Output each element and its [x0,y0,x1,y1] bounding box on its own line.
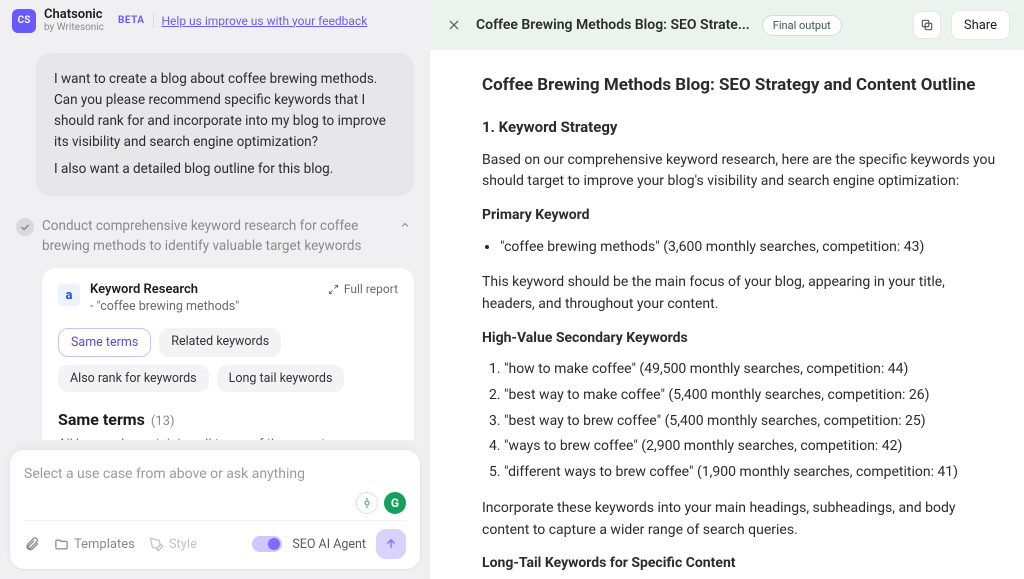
beta-badge: BETA [118,15,145,26]
card-title: Keyword Research [90,282,239,297]
prompt-line-1: I want to create a blog about coffee bre… [54,69,396,153]
heading-longtail-keywords: Long-Tail Keywords for Specific Content [482,553,998,575]
user-prompt-bubble: I want to create a blog about coffee bre… [36,53,414,196]
section-heading: Same terms (13) [58,410,398,429]
composer-input[interactable]: Select a use case from above or ask anyt… [24,462,406,492]
secondary-note: Incorporate these keywords into your mai… [482,498,998,541]
list-item: "how to make coffee" (49,500 monthly sea… [504,359,998,381]
primary-note: This keyword should be the main focus of… [482,272,998,315]
prompt-line-2: I also want a detailed blog outline for … [54,159,396,180]
seo-agent-toggle[interactable] [252,536,282,552]
brand-block: Chatsonic by Writesonic [44,8,104,33]
grammarly-icon[interactable]: G [384,492,406,514]
left-scroll-area: I want to create a blog about coffee bre… [0,41,430,440]
templates-label: Templates [74,537,135,552]
composer: Select a use case from above or ask anyt… [10,450,420,569]
doc-title: Coffee Brewing Methods Blog: SEO Strateg… [482,72,998,98]
section-desc-text: All keywords containing all terms of the… [58,437,325,440]
card-subtitle: - "coffee brewing methods" [90,299,239,314]
section-description: All keywords containing all terms of the… [58,435,398,440]
heading-keyword-strategy: 1. Keyword Strategy [482,116,998,139]
brand-byline: by Writesonic [44,22,104,33]
tool-icon: a [58,284,80,306]
final-output-badge: Final output [762,15,842,36]
full-report-link[interactable]: Full report [328,282,398,296]
list-item: "best way to brew coffee" (5,400 monthly… [504,411,998,433]
output-header: Coffee Brewing Methods Blog: SEO Strate.… [430,0,1024,50]
brand-name: Chatsonic [44,8,104,22]
primary-keyword-list: "coffee brewing methods" (3,600 monthly … [500,237,998,259]
list-item: "coffee brewing methods" (3,600 monthly … [500,237,998,259]
share-label: Share [964,18,997,33]
agent-step-text: Conduct comprehensive keyword research f… [42,216,388,257]
list-item: "ways to brew coffee" (2,900 monthly sea… [504,436,998,458]
secondary-keyword-list: "how to make coffee" (49,500 monthly sea… [504,359,998,483]
integration-icon-1[interactable] [356,492,378,514]
list-item: "different ways to brew coffee" (1,900 m… [504,462,998,484]
feedback-link[interactable]: Help us improve us with your feedback [162,14,368,28]
right-panel: Coffee Brewing Methods Blog: SEO Strate.… [430,0,1024,579]
composer-integration-row: G [24,492,406,520]
templates-button[interactable]: Templates [54,537,135,552]
attach-button[interactable] [24,536,40,552]
divider [153,14,154,28]
card-header: a Keyword Research - "coffee brewing met… [58,282,398,314]
section-count: (13) [151,414,175,429]
close-icon[interactable] [444,15,464,35]
heading-primary-keyword: Primary Keyword [482,205,998,227]
send-button[interactable] [376,529,406,559]
tab-related-keywords[interactable]: Related keywords [159,328,281,357]
share-button[interactable]: Share [951,10,1010,40]
check-icon [16,218,34,236]
left-panel: CS Chatsonic by Writesonic BETA Help us … [0,0,430,579]
list-item: "best way to make coffee" (5,400 monthly… [504,385,998,407]
tab-same-terms[interactable]: Same terms [58,328,151,357]
intro-paragraph: Based on our comprehensive keyword resea… [482,150,998,193]
section-title: Same terms [58,410,145,429]
full-report-label: Full report [344,282,398,296]
collapse-chevron-icon[interactable] [396,216,414,234]
heading-secondary-keywords: High-Value Secondary Keywords [482,328,998,350]
app-logo: CS [12,9,36,33]
keyword-research-card: a Keyword Research - "coffee brewing met… [42,268,414,440]
tool-icon-char: a [66,288,73,303]
seo-agent-label: SEO AI Agent [292,537,366,552]
composer-toolbar: Templates Style SEO AI Agent [24,520,406,559]
agent-step-row: Conduct comprehensive keyword research f… [16,216,414,257]
output-body: Coffee Brewing Methods Blog: SEO Strateg… [430,50,1024,579]
output-title: Coffee Brewing Methods Blog: SEO Strate.… [476,17,750,33]
copy-button[interactable] [913,11,941,39]
style-button[interactable]: Style [149,537,197,552]
keyword-tabs: Same terms Related keywords Also rank fo… [58,328,398,392]
style-label: Style [169,537,197,552]
tab-also-rank[interactable]: Also rank for keywords [58,365,209,392]
tab-long-tail[interactable]: Long tail keywords [217,365,345,392]
left-header: CS Chatsonic by Writesonic BETA Help us … [0,0,430,41]
